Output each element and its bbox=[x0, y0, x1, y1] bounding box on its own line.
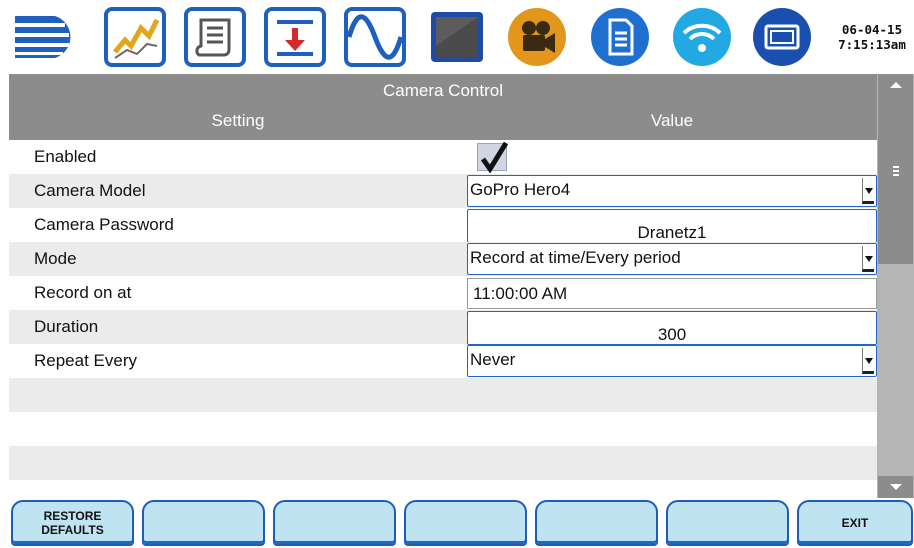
menu-icon[interactable] bbox=[9, 6, 73, 68]
mode-dropdown[interactable]: Record at time/Every period bbox=[467, 243, 877, 275]
dropdown-arrow-icon[interactable] bbox=[862, 246, 874, 272]
checkmark-icon bbox=[480, 141, 508, 173]
display-icon[interactable] bbox=[425, 6, 489, 68]
camera-model-dropdown[interactable]: GoPro Hero4 bbox=[467, 175, 877, 207]
panel-title: Camera Control bbox=[9, 74, 877, 108]
vertical-scrollbar[interactable] bbox=[877, 74, 914, 498]
scroll-down-icon[interactable] bbox=[878, 476, 913, 498]
document-icon[interactable] bbox=[588, 6, 652, 68]
column-header-value: Value bbox=[650, 111, 694, 130]
scroll-log-icon[interactable] bbox=[183, 6, 247, 68]
enabled-checkbox[interactable] bbox=[477, 141, 508, 173]
scroll-up-icon[interactable] bbox=[878, 74, 913, 96]
dropdown-value: GoPro Hero4 bbox=[470, 180, 571, 199]
soft-key-6[interactable] bbox=[666, 500, 789, 546]
waveform-icon[interactable] bbox=[343, 6, 407, 68]
row-label: Repeat Every bbox=[34, 351, 137, 370]
row-duration: Duration 300 bbox=[9, 310, 877, 345]
scrollbar-thumb[interactable] bbox=[878, 96, 913, 264]
camera-control-panel: Camera Control Setting Value Enabled Cam… bbox=[9, 74, 877, 486]
time-text: 7:15:13am bbox=[838, 37, 906, 52]
row-label: Camera Password bbox=[34, 215, 174, 234]
soft-key-4[interactable] bbox=[404, 500, 527, 546]
trend-chart-icon[interactable] bbox=[103, 6, 167, 68]
row-camera-password: Camera Password Dranetz1 bbox=[9, 208, 877, 243]
top-toolbar: 06-04-15 7:15:13am bbox=[0, 0, 914, 74]
window-icon[interactable] bbox=[750, 6, 814, 68]
wifi-icon[interactable] bbox=[670, 6, 734, 68]
soft-key-bar: RESTORE DEFAULTS EXIT bbox=[0, 498, 914, 548]
row-mode: Mode Record at time/Every period bbox=[9, 242, 877, 276]
row-camera-model: Camera Model GoPro Hero4 bbox=[9, 174, 877, 208]
soft-key-3[interactable] bbox=[273, 500, 396, 546]
row-label: Enabled bbox=[34, 147, 97, 166]
camera-password-input[interactable]: Dranetz1 bbox=[467, 209, 877, 243]
row-label: Mode bbox=[34, 249, 77, 268]
column-header-row: Setting Value bbox=[9, 108, 877, 140]
download-icon[interactable] bbox=[263, 6, 327, 68]
empty-row bbox=[9, 378, 877, 412]
row-enabled: Enabled bbox=[9, 140, 877, 174]
duration-input[interactable]: 300 bbox=[467, 311, 877, 345]
video-camera-icon[interactable] bbox=[505, 6, 569, 68]
row-label: Duration bbox=[34, 317, 99, 336]
date-text: 06-04-15 bbox=[841, 22, 903, 37]
repeat-every-dropdown[interactable]: Never bbox=[467, 345, 877, 377]
dropdown-arrow-icon[interactable] bbox=[862, 178, 874, 204]
empty-row bbox=[9, 446, 877, 480]
empty-row bbox=[9, 412, 877, 446]
dropdown-value: Record at time/Every period bbox=[470, 248, 681, 267]
column-header-setting: Setting bbox=[211, 111, 265, 130]
soft-key-5[interactable] bbox=[535, 500, 658, 546]
row-record-on-at: Record on at 11:00:00 AM bbox=[9, 276, 877, 310]
soft-key-2[interactable] bbox=[142, 500, 265, 546]
dropdown-value: Never bbox=[470, 350, 516, 369]
record-time-field[interactable]: 11:00:00 AM bbox=[467, 278, 877, 309]
dropdown-arrow-icon[interactable] bbox=[862, 348, 874, 374]
row-label: Record on at bbox=[34, 283, 132, 302]
exit-button[interactable]: EXIT bbox=[797, 500, 913, 546]
settings-table: Enabled Camera Model GoPro Hero4 Camera … bbox=[9, 140, 877, 480]
date-time-display: 06-04-15 7:15:13am bbox=[834, 22, 910, 52]
grip-icon bbox=[893, 166, 899, 176]
restore-defaults-button[interactable]: RESTORE DEFAULTS bbox=[11, 500, 134, 546]
row-repeat-every: Repeat Every Never bbox=[9, 344, 877, 378]
row-label: Camera Model bbox=[34, 181, 146, 200]
